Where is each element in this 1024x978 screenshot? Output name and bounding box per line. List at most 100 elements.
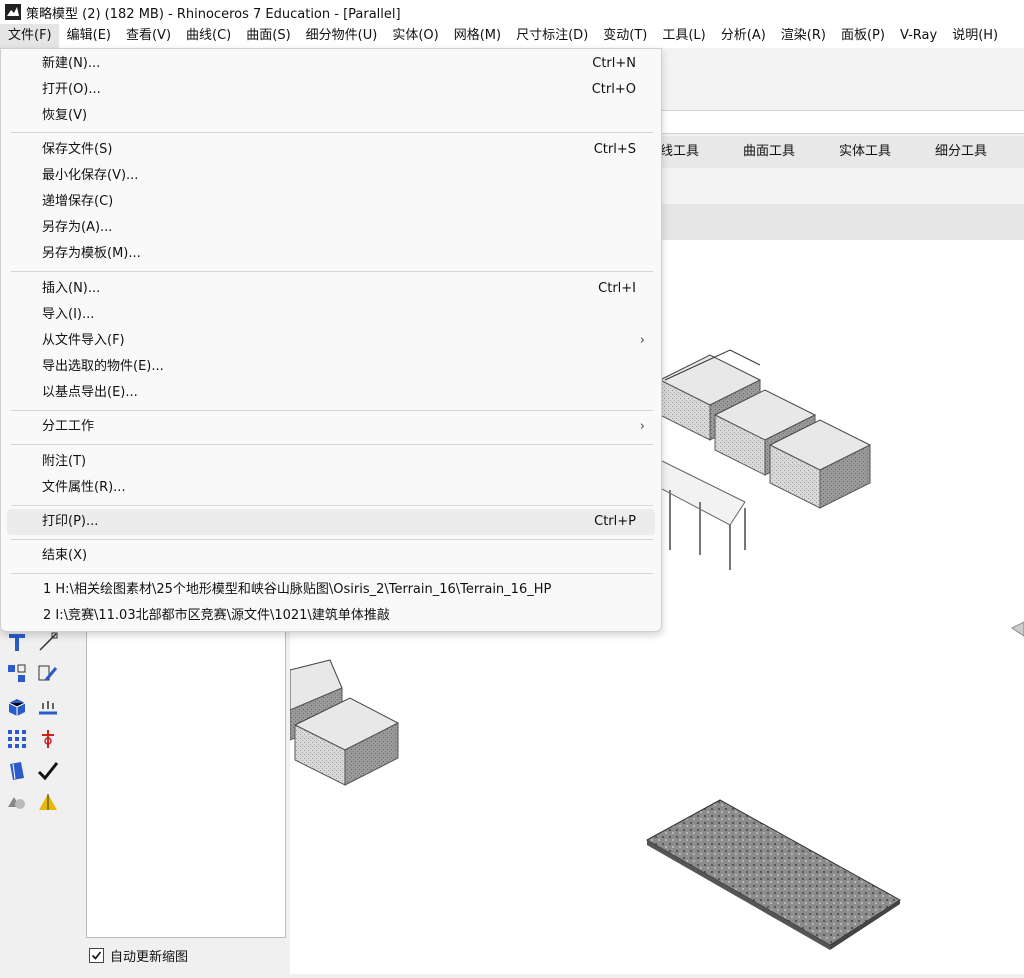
- menu-curve[interactable]: 曲线(C): [178, 24, 238, 48]
- menu-item-export-with-origin[interactable]: 以基点导出(E)...: [7, 380, 655, 406]
- layout-icon[interactable]: [5, 759, 29, 783]
- menu-item-label: 导入(I)...: [42, 307, 95, 322]
- viewport-title-bar: [660, 204, 1024, 240]
- tab-surface-tools[interactable]: 曲面工具: [721, 136, 817, 168]
- shortcut-label: Ctrl+S: [593, 142, 636, 157]
- menu-item-open[interactable]: 打开(O)... Ctrl+O: [7, 77, 655, 103]
- rhino-logo-icon[interactable]: [4, 3, 22, 21]
- menu-edit[interactable]: 编辑(E): [59, 24, 118, 48]
- panel-footer: 自动更新缩图: [86, 940, 286, 970]
- shortcut-label: Ctrl+P: [594, 514, 636, 529]
- menu-separator: [11, 410, 653, 411]
- text-icon[interactable]: [5, 630, 29, 654]
- tab-mesh-tools[interactable]: 网格: [1009, 136, 1024, 168]
- menu-item-label: 保存文件(S): [42, 142, 113, 157]
- menu-separator: [11, 444, 653, 445]
- shade-icon[interactable]: [5, 790, 29, 814]
- array-icon[interactable]: [5, 727, 29, 751]
- menu-separator: [11, 271, 653, 272]
- shortcut-label: Ctrl+N: [592, 56, 636, 71]
- menu-item-save-as[interactable]: 另存为(A)...: [7, 215, 655, 241]
- menu-render[interactable]: 渲染(R): [773, 24, 833, 48]
- menu-analyze[interactable]: 分析(A): [713, 24, 773, 48]
- menu-item-label: 另存为(A)...: [42, 220, 113, 235]
- menu-item-export-selected[interactable]: 导出选取的物件(E)...: [7, 354, 655, 380]
- building-block-left: [289, 659, 400, 786]
- gumball-icon[interactable]: [36, 727, 60, 751]
- terrain-plate: [645, 799, 901, 950]
- title-bar: 策略模型 (2) (182 MB) - Rhinoceros 7 Educati…: [0, 0, 1024, 24]
- tab-curve-tools[interactable]: 线工具: [660, 136, 721, 168]
- menu-panels[interactable]: 面板(P): [833, 24, 892, 48]
- shortcut-label: Ctrl+O: [591, 82, 636, 97]
- file-menu: 新建(N)... Ctrl+N 打开(O)... Ctrl+O 恢复(V) 保存…: [0, 48, 662, 632]
- menu-mesh[interactable]: 网格(M): [446, 24, 508, 48]
- menu-item-insert[interactable]: 插入(N)... Ctrl+I: [7, 276, 655, 302]
- menu-item-label: 附注(T): [42, 454, 87, 469]
- menu-view[interactable]: 查看(V): [118, 24, 178, 48]
- menu-item-notes[interactable]: 附注(T): [7, 449, 655, 475]
- menu-item-save-as-template[interactable]: 另存为模板(M)...: [7, 241, 655, 267]
- menu-separator: [11, 539, 653, 540]
- auto-update-checkbox[interactable]: [89, 947, 104, 963]
- menu-item-label: 分工工作: [42, 419, 95, 434]
- menu-tools[interactable]: 工具(L): [654, 24, 712, 48]
- chevron-right-icon: ›: [639, 333, 645, 348]
- lights-icon[interactable]: [36, 695, 60, 719]
- menu-item-recent-file[interactable]: 2 I:\竞赛\11.03北部都市区竞赛\源文件\1021\建筑单体推敲: [7, 603, 655, 629]
- menu-item-print[interactable]: 打印(P)... Ctrl+P: [7, 509, 655, 535]
- group-icon[interactable]: [5, 662, 29, 686]
- menu-item-label: 最小化保存(V)...: [42, 168, 139, 183]
- menu-item-new[interactable]: 新建(N)... Ctrl+N: [7, 51, 655, 77]
- toolbar-tabs: 线工具 曲面工具 实体工具 细分工具 网格: [660, 136, 1024, 168]
- menu-item-label: 新建(N)...: [42, 56, 101, 71]
- menu-item-incremental-save[interactable]: 递增保存(C): [7, 189, 655, 215]
- command-line[interactable]: [660, 110, 1024, 134]
- dimension-icon[interactable]: [36, 630, 60, 654]
- menu-item-import[interactable]: 导入(I)...: [7, 302, 655, 328]
- menu-item-import-from-file[interactable]: 从文件导入(F) ›: [7, 328, 655, 354]
- menu-file[interactable]: 文件(F): [0, 24, 59, 48]
- menu-help[interactable]: 说明(H): [944, 24, 1005, 48]
- window-title: 策略模型 (2) (182 MB) - Rhinoceros 7 Educati…: [26, 6, 401, 22]
- menu-item-recent-file[interactable]: 1 H:\相关绘图素材\25个地形模型和峡谷山脉贴图\Osiris_2\Terr…: [7, 577, 655, 603]
- pavilion: [659, 459, 746, 570]
- recent-file-path: 2 I:\竞赛\11.03北部都市区竞赛\源文件\1021\建筑单体推敲: [43, 608, 390, 623]
- recent-file-path: 1 H:\相关绘图素材\25个地形模型和峡谷山脉贴图\Osiris_2\Terr…: [43, 582, 552, 597]
- checkmark-icon[interactable]: [36, 759, 60, 783]
- menu-item-label: 打开(O)...: [42, 82, 101, 97]
- menu-item-label: 从文件导入(F): [42, 333, 125, 348]
- box-icon[interactable]: [5, 695, 29, 719]
- menu-surface[interactable]: 曲面(S): [238, 24, 297, 48]
- menu-subd[interactable]: 细分物件(U): [298, 24, 385, 48]
- menu-item-label: 递增保存(C): [42, 194, 114, 209]
- menu-item-properties[interactable]: 文件属性(R)...: [7, 475, 655, 501]
- menu-bar: 文件(F) 编辑(E) 查看(V) 曲线(C) 曲面(S) 细分物件(U) 实体…: [0, 24, 1024, 48]
- menu-item-save[interactable]: 保存文件(S) Ctrl+S: [7, 137, 655, 163]
- menu-item-label: 以基点导出(E)...: [42, 385, 138, 400]
- shortcut-label: Ctrl+I: [598, 281, 636, 296]
- tab-subd-tools[interactable]: 细分工具: [913, 136, 1009, 168]
- menu-transform[interactable]: 变动(T): [595, 24, 654, 48]
- menu-item-label: 打印(P)...: [42, 514, 99, 529]
- menu-item-label: 结束(X): [42, 548, 88, 563]
- edit-icon[interactable]: [36, 662, 60, 686]
- menu-dimension[interactable]: 尺寸标注(D): [508, 24, 595, 48]
- tab-solid-tools[interactable]: 实体工具: [817, 136, 913, 168]
- menu-separator: [11, 505, 653, 506]
- menu-item-label: 导出选取的物件(E)...: [42, 359, 164, 374]
- chevron-right-icon: ›: [639, 419, 645, 434]
- menu-item-label: 插入(N)...: [42, 281, 101, 296]
- menu-item-worksession[interactable]: 分工工作 ›: [7, 414, 655, 440]
- render-icon[interactable]: [36, 790, 60, 814]
- menu-item-exit[interactable]: 结束(X): [7, 543, 655, 569]
- menu-solid[interactable]: 实体(O): [384, 24, 445, 48]
- menu-item-label: 文件属性(R)...: [42, 480, 126, 495]
- menu-item-label: 另存为模板(M)...: [42, 246, 141, 261]
- menu-item-revert[interactable]: 恢复(V): [7, 103, 655, 129]
- menu-item-save-small[interactable]: 最小化保存(V)...: [7, 163, 655, 189]
- auto-update-label: 自动更新缩图: [110, 949, 189, 965]
- menu-separator: [11, 132, 653, 133]
- menu-vray[interactable]: V-Ray: [892, 24, 944, 48]
- menu-item-label: 恢复(V): [42, 108, 88, 123]
